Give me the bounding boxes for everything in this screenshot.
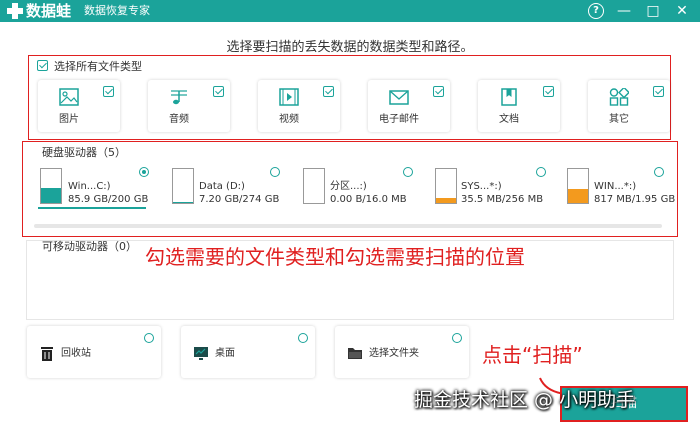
location-label: 选择文件夹 (369, 348, 419, 359)
drive-radio[interactable] (139, 167, 149, 177)
drive-usage-fill (436, 198, 456, 203)
drive-radio[interactable] (536, 167, 546, 177)
drive-radio[interactable] (654, 167, 664, 177)
file-type-email[interactable]: 电子邮件 (368, 80, 450, 132)
drive-size: 817 MB/1.95 GB (594, 194, 676, 205)
drives-scrollbar[interactable] (34, 224, 662, 228)
drive-name: SYS...*:) (461, 181, 502, 192)
close-icon[interactable]: ✕ (674, 2, 690, 20)
drive-size: 35.5 MB/256 MB (461, 194, 544, 205)
drive-icon (567, 168, 589, 204)
app-subtitle: 数据恢复专家 (84, 4, 150, 17)
file-type-label: 文档 (499, 114, 519, 125)
removable-drives-title: 可移动驱动器（0） (42, 240, 137, 253)
location-label: 桌面 (215, 348, 235, 359)
other-icon (609, 88, 629, 106)
drive-icon (435, 168, 457, 204)
drive-name: WIN...*:) (594, 181, 637, 192)
file-type-label: 图片 (59, 114, 79, 125)
drive-radio[interactable] (403, 167, 413, 177)
location-radio[interactable] (298, 333, 308, 343)
drive-size: 7.20 GB/274 GB (199, 194, 280, 205)
drive-usage-fill (173, 201, 193, 203)
checkbox-icon[interactable] (543, 86, 554, 97)
watermark: 掘金技术社区 @ 小明助手 (414, 389, 636, 411)
help-icon[interactable]: ? (588, 3, 604, 19)
checkbox-icon[interactable] (213, 86, 224, 97)
annotation-main: 勾选需要的文件类型和勾选需要扫描的位置 (145, 245, 525, 269)
page-instruction: 选择要扫描的丢失数据的数据类型和路径。 (226, 40, 474, 55)
email-icon (389, 90, 409, 105)
app-name: 数据蛙 (26, 2, 72, 20)
file-type-document[interactable]: 文档 (478, 80, 560, 132)
minimize-icon[interactable]: — (616, 2, 632, 20)
hard-drives-title: 硬盘驱动器（5） (42, 146, 126, 159)
drive-usage-fill (41, 188, 61, 203)
file-type-label: 电子邮件 (379, 114, 419, 125)
folder-icon (348, 348, 362, 359)
location-radio[interactable] (452, 333, 462, 343)
checkbox-icon (37, 60, 48, 71)
location-radio[interactable] (144, 333, 154, 343)
file-type-label: 视频 (279, 114, 299, 125)
select-all-checkbox[interactable]: 选择所有文件类型 (37, 60, 142, 74)
video-icon (279, 88, 299, 106)
file-type-audio[interactable]: 音频 (148, 80, 230, 132)
drive-radio[interactable] (270, 167, 280, 177)
app-logo-icon (6, 2, 24, 20)
selected-drive-underline (38, 207, 146, 209)
desktop-icon (194, 347, 208, 360)
drive-name: Data (D:) (199, 181, 245, 192)
drive-size: 85.9 GB/200 GB (68, 194, 149, 205)
location-label: 回收站 (61, 348, 91, 359)
maximize-icon[interactable]: □ (645, 2, 661, 20)
checkbox-icon[interactable] (653, 86, 664, 97)
annotation-click-scan: 点击“扫描” (482, 343, 583, 367)
drive-size: 0.00 B/16.0 MB (330, 194, 407, 205)
drive-icon (172, 168, 194, 204)
drive-icon (303, 168, 325, 204)
document-icon (501, 88, 517, 106)
checkbox-icon[interactable] (433, 86, 444, 97)
location-desktop[interactable]: 桌面 (181, 326, 315, 378)
checkbox-icon[interactable] (103, 86, 114, 97)
file-type-label: 其它 (609, 114, 629, 125)
drive-name: Win...C:) (68, 181, 111, 192)
image-icon (59, 88, 79, 106)
location-recycle-bin[interactable]: 回收站 (27, 326, 161, 378)
drive-icon (40, 168, 62, 204)
file-type-image[interactable]: 图片 (38, 80, 120, 132)
drive-name: 分区...:) (330, 181, 367, 192)
location-choose-folder[interactable]: 选择文件夹 (335, 326, 469, 378)
file-type-video[interactable]: 视频 (258, 80, 340, 132)
checkbox-icon[interactable] (323, 86, 334, 97)
trash-icon (41, 347, 53, 361)
drive-usage-fill (568, 188, 588, 203)
music-icon (171, 90, 187, 105)
select-all-label: 选择所有文件类型 (54, 60, 142, 73)
file-type-label: 音频 (169, 114, 189, 125)
file-type-other[interactable]: 其它 (588, 80, 670, 132)
title-bar: 数据蛙 数据恢复专家 ? — □ ✕ (0, 0, 700, 22)
